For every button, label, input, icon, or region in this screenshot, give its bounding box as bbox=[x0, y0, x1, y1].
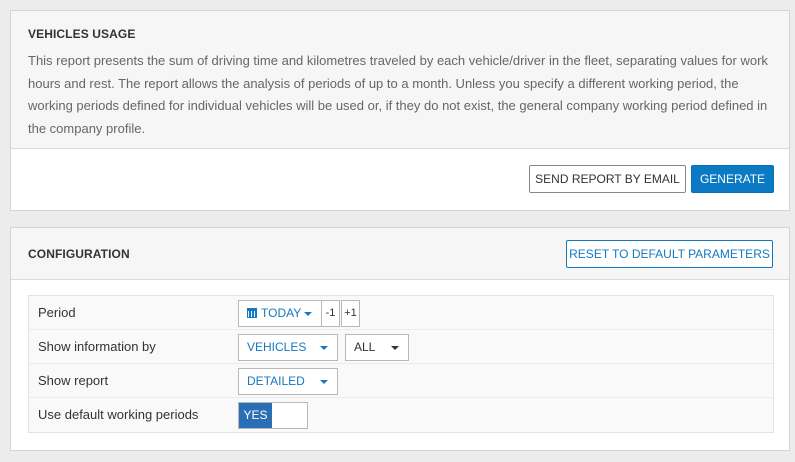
report-header: VEHICLES USAGE This report presents the … bbox=[11, 11, 789, 149]
period-next-button[interactable]: +1 bbox=[341, 300, 360, 327]
period-previous-button[interactable]: -1 bbox=[321, 300, 340, 327]
configuration-table: Period TODAY -1 +1 Show information by V… bbox=[28, 295, 774, 433]
vehicle-filter-select[interactable]: ALL bbox=[345, 334, 409, 361]
period-row: Period TODAY -1 +1 bbox=[29, 296, 773, 330]
calendar-icon bbox=[247, 308, 257, 318]
use-default-working-periods-row: Use default working periods YES bbox=[29, 398, 773, 432]
period-label: Period bbox=[38, 305, 76, 320]
send-report-by-email-button[interactable]: SEND REPORT BY EMAIL bbox=[529, 165, 686, 193]
show-report-value: DETAILED bbox=[247, 374, 305, 388]
use-default-working-periods-label: Use default working periods bbox=[38, 407, 199, 422]
show-report-label: Show report bbox=[38, 373, 109, 388]
vehicle-filter-value: ALL bbox=[354, 340, 376, 354]
show-information-by-select[interactable]: VEHICLES bbox=[238, 334, 338, 361]
period-dropdown[interactable]: TODAY bbox=[238, 300, 322, 327]
configuration-panel: CONFIGURATION RESET TO DEFAULT PARAMETER… bbox=[10, 227, 790, 451]
chevron-down-icon bbox=[304, 312, 312, 316]
reset-default-parameters-button[interactable]: RESET TO DEFAULT PARAMETERS bbox=[566, 240, 773, 268]
generate-button[interactable]: GENERATE bbox=[691, 165, 774, 193]
chevron-down-icon bbox=[320, 346, 328, 350]
configuration-header: CONFIGURATION RESET TO DEFAULT PARAMETER… bbox=[11, 228, 789, 280]
report-panel: VEHICLES USAGE This report presents the … bbox=[10, 10, 790, 211]
report-description: This report presents the sum of driving … bbox=[28, 53, 768, 136]
show-information-by-row: Show information by VEHICLES ALL bbox=[29, 330, 773, 364]
chevron-down-icon bbox=[320, 380, 328, 384]
chevron-down-icon bbox=[391, 346, 399, 350]
configuration-title: CONFIGURATION bbox=[28, 247, 130, 261]
period-value: TODAY bbox=[261, 306, 302, 320]
show-report-row: Show report DETAILED bbox=[29, 364, 773, 398]
report-title: VEHICLES USAGE bbox=[28, 27, 136, 41]
show-information-by-value: VEHICLES bbox=[247, 340, 307, 354]
show-report-select[interactable]: DETAILED bbox=[238, 368, 338, 395]
use-default-working-periods-toggle[interactable]: YES bbox=[238, 402, 308, 429]
report-actions: SEND REPORT BY EMAIL GENERATE bbox=[11, 149, 789, 211]
show-information-by-label: Show information by bbox=[38, 339, 156, 354]
toggle-yes-state: YES bbox=[239, 403, 272, 428]
